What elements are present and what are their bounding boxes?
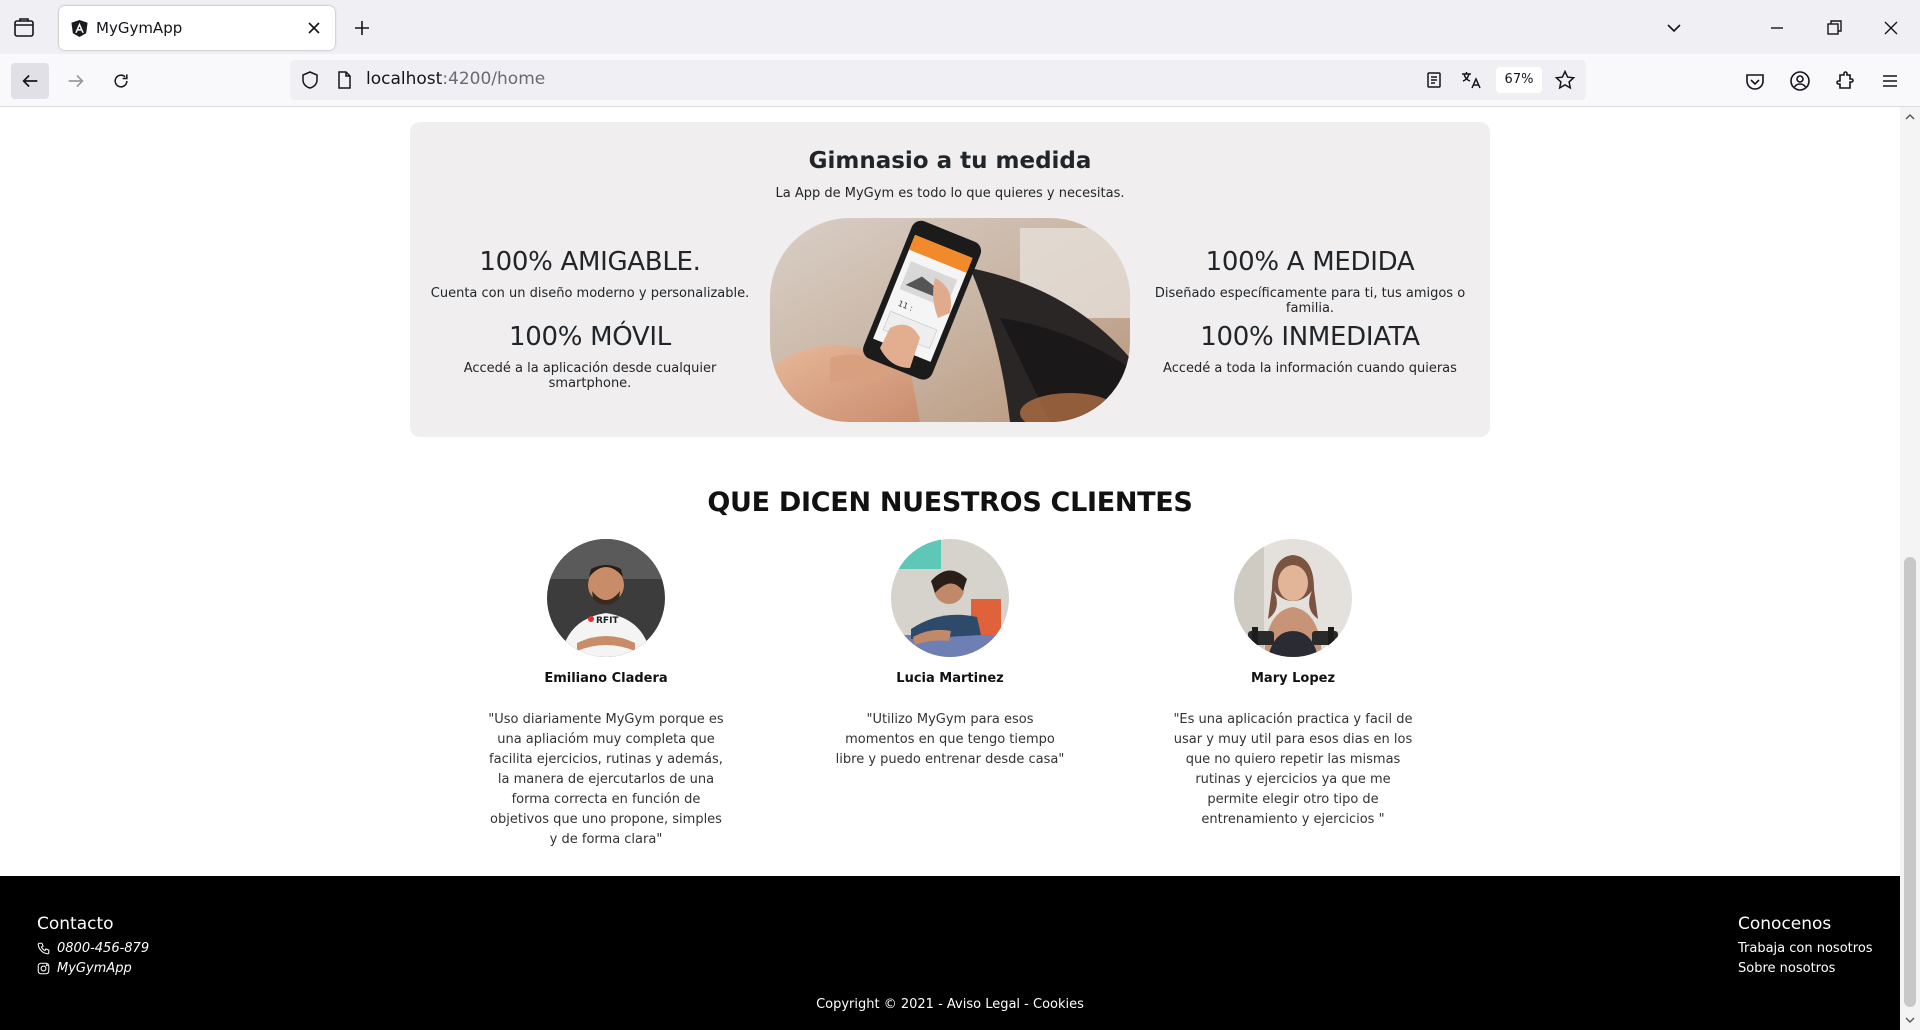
footer-phone[interactable]: 0800-456-879 <box>37 941 149 956</box>
scroll-down-icon[interactable] <box>1904 1014 1916 1026</box>
minimize-window-icon[interactable] <box>1765 16 1789 40</box>
page-viewport: Gimnasio a tu medida La App de MyGym es … <box>0 107 1900 1030</box>
feature-text: Accedé a la aplicación desde cualquier s… <box>463 361 717 391</box>
scroll-up-icon[interactable] <box>1904 111 1916 123</box>
phone-icon <box>37 942 50 955</box>
arrow-left-icon <box>22 74 38 88</box>
feature-immediate: 100% INMEDIATA Accedé a toda la informac… <box>1150 322 1470 376</box>
chevron-down-icon[interactable] <box>1662 16 1686 40</box>
extensions-icon[interactable] <box>1834 70 1856 92</box>
testimonials-heading-bold: NUESTROS CLIENTES <box>879 487 1193 518</box>
feature-text: Diseñado específicamente para ti, tus am… <box>1154 286 1466 316</box>
shirt-logo-text: RFIT <box>596 616 619 626</box>
footer-link-work-with-us[interactable]: Trabaja con nosotros <box>1738 941 1873 956</box>
avatar <box>891 539 1009 657</box>
feature-text: Cuenta con un diseño moderno y personali… <box>430 286 750 301</box>
features-card: Gimnasio a tu medida La App de MyGym es … <box>410 122 1490 437</box>
client-quote: "Uso diariamente MyGym porque es una apl… <box>488 712 724 847</box>
testimonial-card: RFIT Emiliano Cladera "Uso diariamente M… <box>486 539 726 850</box>
new-tab-icon[interactable] <box>350 16 374 40</box>
phone-app-photo: 11 : <box>770 218 1130 422</box>
footer-phone-text: 0800-456-879 <box>57 941 150 956</box>
testimonials-heading: QUE DICEN NUESTROS CLIENTES <box>0 487 1900 518</box>
close-tab-icon[interactable] <box>305 19 323 37</box>
url-path: :4200/home <box>442 69 546 89</box>
restore-window-icon[interactable] <box>1822 16 1846 40</box>
tab-title: MyGymApp <box>96 19 183 37</box>
avatar: RFIT <box>547 539 665 657</box>
copyright-text: Copyright © 2021 - Aviso Legal - Cookies <box>816 997 1084 1012</box>
feature-text: Accedé a toda la información cuando quie… <box>1163 361 1457 376</box>
shield-icon[interactable] <box>300 70 320 90</box>
page-scrollbar[interactable] <box>1900 107 1920 1030</box>
client-name: Lucia Martinez <box>896 671 1004 686</box>
url-bar[interactable]: localhost:4200/home 67% <box>290 60 1586 100</box>
reload-icon <box>114 74 128 88</box>
client-quote: "Utilizo MyGym para esos momentos en que… <box>835 712 1065 767</box>
page-info-icon[interactable] <box>334 70 354 90</box>
pocket-icon[interactable] <box>1744 70 1766 92</box>
hamburger-menu-icon[interactable] <box>1879 70 1901 92</box>
site-footer: Contacto 0800-456-879 MyGymApp Conocenos… <box>0 876 1900 1030</box>
client-name: Mary Lopez <box>1250 671 1336 686</box>
testimonials-heading-light: QUE DICEN <box>707 487 880 518</box>
account-icon[interactable] <box>1789 70 1811 92</box>
footer-instagram-text: MyGymApp <box>57 961 132 976</box>
scrollbar-thumb[interactable] <box>1904 557 1916 1007</box>
reader-view-icon[interactable] <box>1424 70 1444 90</box>
footer-contact-title: Contacto <box>37 914 114 934</box>
back-button[interactable] <box>11 63 49 99</box>
feature-title: 100% INMEDIATA <box>1200 322 1420 352</box>
translate-icon[interactable] <box>1460 70 1482 90</box>
forward-button[interactable] <box>57 63 95 99</box>
firefox-view-icon[interactable] <box>12 16 36 40</box>
feature-title: 100% MÓVIL <box>509 322 671 352</box>
features-subtitle: La App de MyGym es todo lo que quieres y… <box>775 186 1125 201</box>
footer-about-title: Conocenos <box>1738 914 1832 934</box>
feature-mobile: 100% MÓVIL Accedé a la aplicación desde … <box>430 322 750 391</box>
url-text[interactable]: localhost:4200/home <box>366 69 545 89</box>
angular-favicon-icon <box>71 19 88 38</box>
features-title: Gimnasio a tu medida <box>808 148 1092 174</box>
reload-button[interactable] <box>102 63 140 99</box>
feature-title: 100% AMIGABLE. <box>479 247 701 277</box>
footer-instagram[interactable]: MyGymApp <box>37 961 132 976</box>
close-window-icon[interactable] <box>1879 16 1903 40</box>
client-quote: "Es una aplicación practica y facil de u… <box>1173 712 1413 827</box>
testimonial-card: Mary Lopez "Es una aplicación practica y… <box>1173 539 1413 830</box>
instagram-icon <box>37 962 50 975</box>
testimonial-card: Lucia Martinez "Utilizo MyGym para esos … <box>830 539 1070 770</box>
feature-friendly: 100% AMIGABLE. Cuenta con un diseño mode… <box>430 247 750 301</box>
avatar <box>1234 539 1352 657</box>
feature-title: 100% A MEDIDA <box>1205 247 1415 277</box>
browser-tab-bar: MyGymApp <box>0 0 1920 54</box>
zoom-level-badge[interactable]: 67% <box>1496 67 1542 93</box>
client-name: Emiliano Cladera <box>544 671 668 686</box>
url-host: localhost <box>366 69 443 89</box>
footer-link-about-us[interactable]: Sobre nosotros <box>1738 961 1835 976</box>
feature-custom: 100% A MEDIDA Diseñado específicamente p… <box>1150 247 1470 316</box>
tab-mygymapp[interactable]: MyGymApp <box>59 6 335 50</box>
bookmark-star-icon[interactable] <box>1554 69 1576 91</box>
arrow-right-icon <box>68 74 84 88</box>
browser-nav-bar: localhost:4200/home 67% <box>0 54 1920 107</box>
